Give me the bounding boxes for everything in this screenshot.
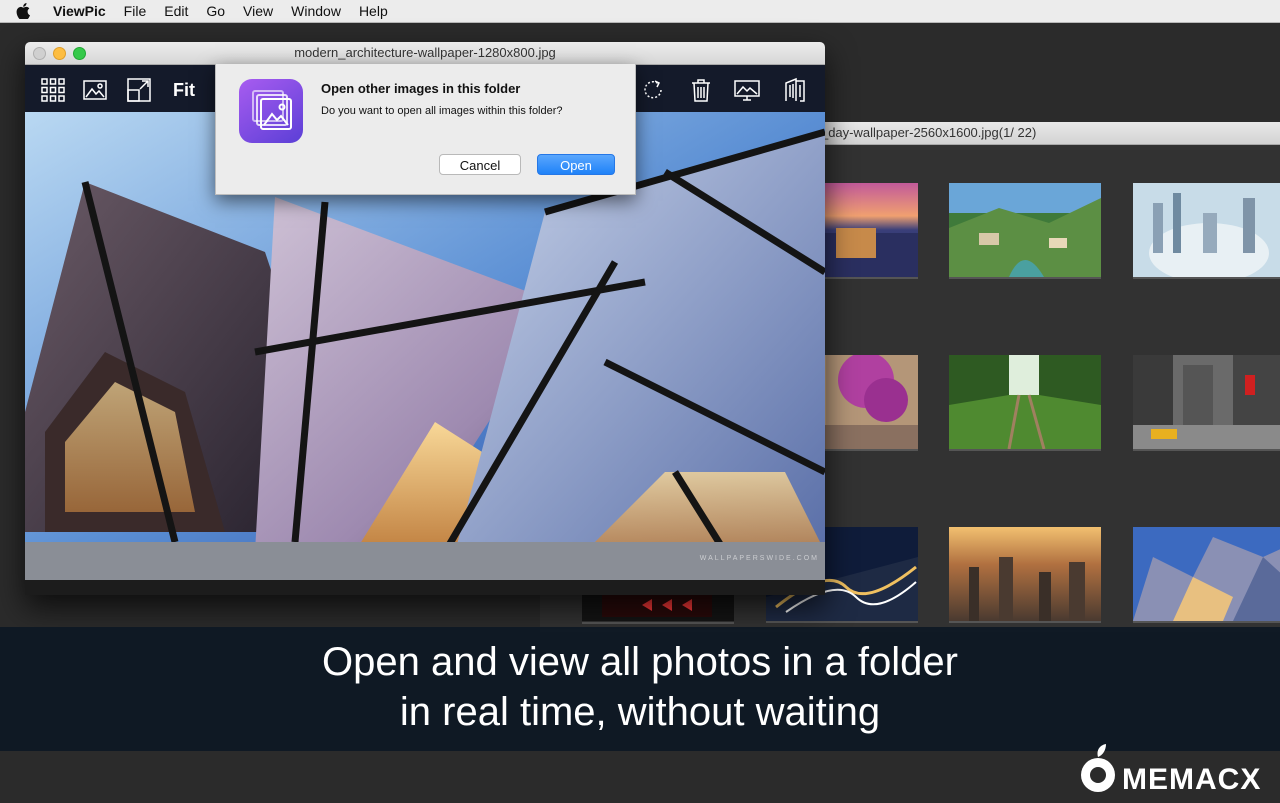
grid-view-icon[interactable] [40, 77, 66, 103]
fit-button[interactable]: Fit [173, 80, 195, 101]
photo-watermark: WALLPAPERSWIDE.COM [699, 555, 819, 562]
viewpic-app-icon [239, 79, 303, 143]
caption-line-2: in real time, without waiting [399, 690, 881, 734]
cancel-button[interactable]: Cancel [439, 154, 521, 175]
viewer-titlebar[interactable]: modern_architecture-wallpaper-1280x800.j… [25, 42, 825, 65]
dialog-title: Open other images in this folder [321, 81, 521, 96]
menu-go[interactable]: Go [197, 0, 234, 22]
thumbnail-city-sunset[interactable] [949, 527, 1101, 623]
thumbnail-modern-architecture[interactable] [1133, 527, 1280, 623]
menu-file[interactable]: File [115, 0, 156, 22]
open-button[interactable]: Open [537, 154, 615, 175]
thumbnail-new-york-street[interactable] [1133, 355, 1280, 451]
trash-icon[interactable] [688, 77, 714, 103]
rotate-icon[interactable] [640, 77, 666, 103]
menu-view[interactable]: View [234, 0, 282, 22]
window-zoom-button[interactable] [73, 47, 86, 60]
promo-caption: Open and view all photos in a folder in … [0, 627, 1280, 751]
thumbnail-foggy-city[interactable] [1133, 183, 1280, 279]
window-minimize-button[interactable] [53, 47, 66, 60]
single-image-icon[interactable] [82, 77, 108, 103]
viewer-title: modern_architecture-wallpaper-1280x800.j… [294, 45, 556, 60]
menu-bar: ViewPic File Edit Go View Window Help [0, 0, 1280, 23]
caption-line-1: Open and view all photos in a folder [322, 640, 958, 684]
memacx-logo: MEMACX [1076, 742, 1276, 798]
actual-size-icon[interactable] [126, 77, 152, 103]
thumbnail-valley-town[interactable] [949, 183, 1101, 279]
thumbnail-forest-rail[interactable] [949, 355, 1101, 451]
menu-app-name[interactable]: ViewPic [41, 0, 115, 22]
dialog-message: Do you want to open all images within th… [321, 105, 563, 117]
browser-window-title: ach_day-wallpaper-2560x1600.jpg(1/ 22) [800, 125, 1037, 140]
logo-text: MEMACX [1122, 763, 1261, 796]
menu-edit[interactable]: Edit [155, 0, 197, 22]
menu-window[interactable]: Window [282, 0, 350, 22]
open-with-icon[interactable] [782, 77, 808, 103]
wallpaper-icon[interactable] [734, 77, 760, 103]
window-close-button[interactable] [33, 47, 46, 60]
open-folder-dialog: Open other images in this folder Do you … [215, 64, 636, 195]
menu-help[interactable]: Help [350, 0, 397, 22]
apple-menu-icon[interactable] [16, 0, 33, 22]
